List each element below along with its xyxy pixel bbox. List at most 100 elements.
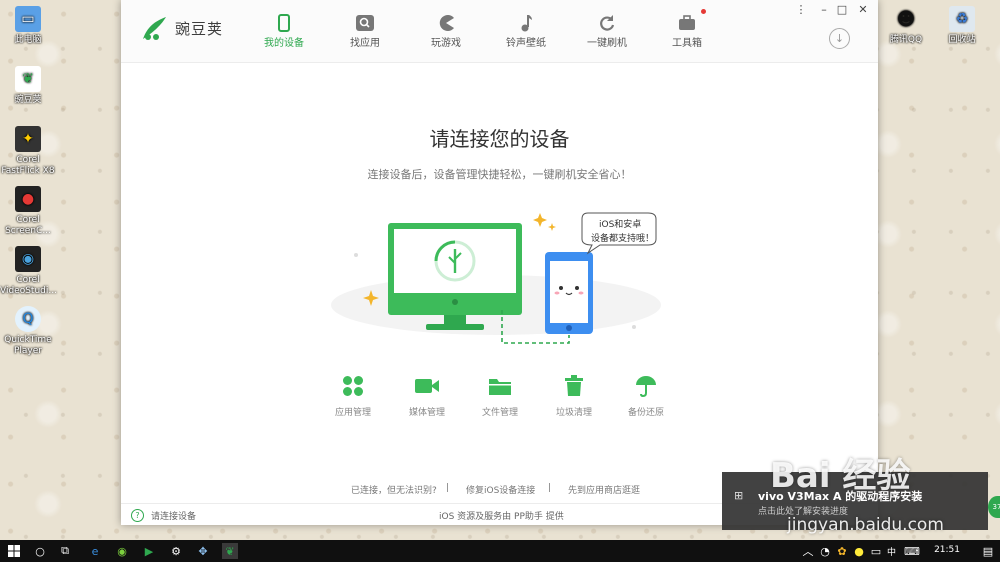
toolbox-icon: [679, 15, 695, 30]
minimize-button[interactable]: –: [816, 3, 832, 16]
feature-label: 备份还原: [627, 408, 664, 418]
tab-label: 找应用: [350, 38, 380, 49]
title-bar: 豌豆荚 我的设备 找应用 玩游戏 铃声壁纸 一键刷机 工具箱 ⋮ – □ ✕ ↓: [121, 0, 878, 63]
tab-label: 铃声壁纸: [506, 38, 546, 49]
link-connected-not-recognized[interactable]: 已连接，但无法识别?: [351, 483, 437, 496]
menu-button[interactable]: ⋮: [793, 3, 809, 16]
help-icon[interactable]: ?: [131, 509, 144, 522]
video-icon: ◉: [15, 246, 41, 272]
feature-junk-clean[interactable]: 垃圾清理: [539, 373, 609, 418]
camera-icon: [415, 379, 439, 393]
desktop-icon-recycle-bin[interactable]: ♻ 回收站: [934, 6, 990, 46]
music-note-icon: [521, 15, 532, 32]
tab-games[interactable]: 玩游戏: [411, 12, 481, 49]
tab-ringtones[interactable]: 铃声壁纸: [491, 12, 561, 49]
bubble-text-line1: iOS和安卓: [599, 220, 642, 230]
bubble-text-line2: 设备都支持哦！: [591, 234, 655, 244]
feature-label: 应用管理: [334, 408, 371, 418]
pacman-icon: [439, 15, 454, 31]
wandoujia-icon: ❦: [15, 66, 41, 92]
feature-backup-restore[interactable]: 备份还原: [611, 373, 681, 418]
edge-icon[interactable]: e: [87, 543, 103, 559]
feature-app-manage[interactable]: 应用管理: [318, 373, 388, 418]
link-app-store[interactable]: 先到应用商店逛逛: [568, 483, 640, 496]
task-view-icon[interactable]: ⧉: [57, 543, 73, 559]
tray-app-icon[interactable]: ✿: [834, 543, 850, 559]
tray-app-icon[interactable]: ●: [851, 543, 867, 559]
star-icon: ✦: [15, 126, 41, 152]
desktop-icon-wandoujia[interactable]: ❦ 豌豆荚: [0, 66, 56, 106]
clock[interactable]: 21:51: [934, 545, 960, 555]
feature-label: 垃圾清理: [555, 408, 592, 418]
provider-note: iOS 资源及服务由 PP助手 提供: [439, 512, 564, 522]
desktop-icon-label: 豌豆荚: [14, 95, 42, 105]
download-button[interactable]: ↓: [829, 28, 850, 49]
search-circle-icon[interactable]: ○: [32, 543, 48, 559]
network-tool-icon[interactable]: ✥: [195, 543, 211, 559]
windows-start-icon[interactable]: [6, 543, 22, 559]
tab-label: 我的设备: [264, 38, 304, 49]
input-language[interactable]: 中: [887, 545, 896, 558]
tab-flash[interactable]: 一键刷机: [572, 12, 642, 49]
desktop-icon-label: QuickTime Player: [4, 335, 52, 356]
feature-label: 媒体管理: [408, 408, 445, 418]
desktop-icon-qq[interactable]: ☻ 腾讯QQ: [878, 6, 934, 46]
desktop-icon-label: Corel ScreenC...: [5, 215, 51, 236]
watermark-url: jingyan.baidu.com: [787, 515, 944, 535]
feature-label: 文件管理: [481, 408, 518, 418]
quicktime-icon: Q: [15, 306, 41, 332]
link-fix-ios[interactable]: 修复iOS设备连接: [466, 483, 535, 496]
media-player-icon[interactable]: ▶: [141, 543, 157, 559]
browser-icon[interactable]: ◉: [114, 543, 130, 559]
desktop-icon-screencap[interactable]: ● Corel ScreenC...: [0, 186, 56, 237]
tab-find-apps[interactable]: 找应用: [330, 12, 400, 49]
desktop-icon-label: 回收站: [948, 35, 976, 45]
umbrella-icon: [636, 376, 656, 397]
refresh-icon: [600, 15, 615, 31]
recycle-bin-icon: ♻: [949, 6, 975, 32]
maximize-button[interactable]: □: [834, 3, 850, 16]
folder-icon: [489, 379, 511, 395]
settings-icon[interactable]: ⚙: [168, 543, 184, 559]
feature-file-manage[interactable]: 文件管理: [465, 373, 535, 418]
app-name: 豌豆荚: [175, 19, 224, 38]
connection-status: 请连接设备: [151, 512, 197, 522]
tray-app-icon[interactable]: ◔: [817, 543, 833, 559]
desktop-icon-label: 此电脑: [14, 35, 42, 45]
desktop-icon-videostudio[interactable]: ◉ Corel VideoStudi...: [0, 246, 57, 297]
tray-chevron-icon[interactable]: ︿: [800, 543, 816, 559]
page-title: 请连接您的设备: [429, 127, 570, 151]
tab-my-device[interactable]: 我的设备: [249, 12, 319, 49]
page-subtitle: 连接设备后，设备管理快捷轻松，一键刷机安全省心！: [367, 168, 632, 181]
app-logo: 豌豆荚: [139, 13, 223, 43]
notification-center-icon[interactable]: ▤: [980, 543, 996, 559]
tab-toolbox[interactable]: 工具箱: [652, 12, 722, 49]
close-button[interactable]: ✕: [855, 3, 871, 16]
device-icon: ⊞: [734, 489, 744, 502]
search-icon: [356, 15, 374, 31]
baidu-jingyan-watermark: Bai 经验: [770, 456, 911, 496]
feature-media-manage[interactable]: 媒体管理: [392, 373, 462, 418]
desktop-icon-label: Corel FastFlick X8: [1, 155, 55, 176]
wandoujia-logo-icon: [143, 17, 166, 40]
tab-label: 玩游戏: [431, 38, 461, 49]
desktop-icon-this-pc[interactable]: ▭ 此电脑: [0, 6, 56, 46]
desktop-icon-fastflick[interactable]: ✦ Corel FastFlick X8: [0, 126, 56, 177]
desktop-icon-label: 腾讯QQ: [889, 35, 923, 45]
apps-icon: [343, 376, 363, 396]
ime-icon[interactable]: ⌨: [904, 543, 920, 559]
side-badge[interactable]: 37: [988, 496, 1000, 518]
desktop-icon-quicktime[interactable]: Q QuickTime Player: [0, 306, 56, 357]
battery-icon[interactable]: ▭: [868, 543, 884, 559]
notification-dot: [701, 9, 706, 14]
desktop-icon-label: Corel VideoStudi...: [0, 275, 57, 296]
link-separator: |: [548, 483, 552, 493]
qq-icon: ☻: [896, 8, 916, 30]
phone-icon: [278, 14, 290, 32]
link-separator: |: [446, 483, 450, 493]
wandoujia-taskbar-icon[interactable]: ❦: [222, 543, 238, 559]
record-icon: ●: [15, 186, 41, 212]
tab-label: 一键刷机: [587, 38, 627, 49]
computer-icon: ▭: [15, 6, 41, 32]
wandoujia-window: 豌豆荚 我的设备 找应用 玩游戏 铃声壁纸 一键刷机 工具箱 ⋮ – □ ✕ ↓…: [121, 0, 878, 525]
